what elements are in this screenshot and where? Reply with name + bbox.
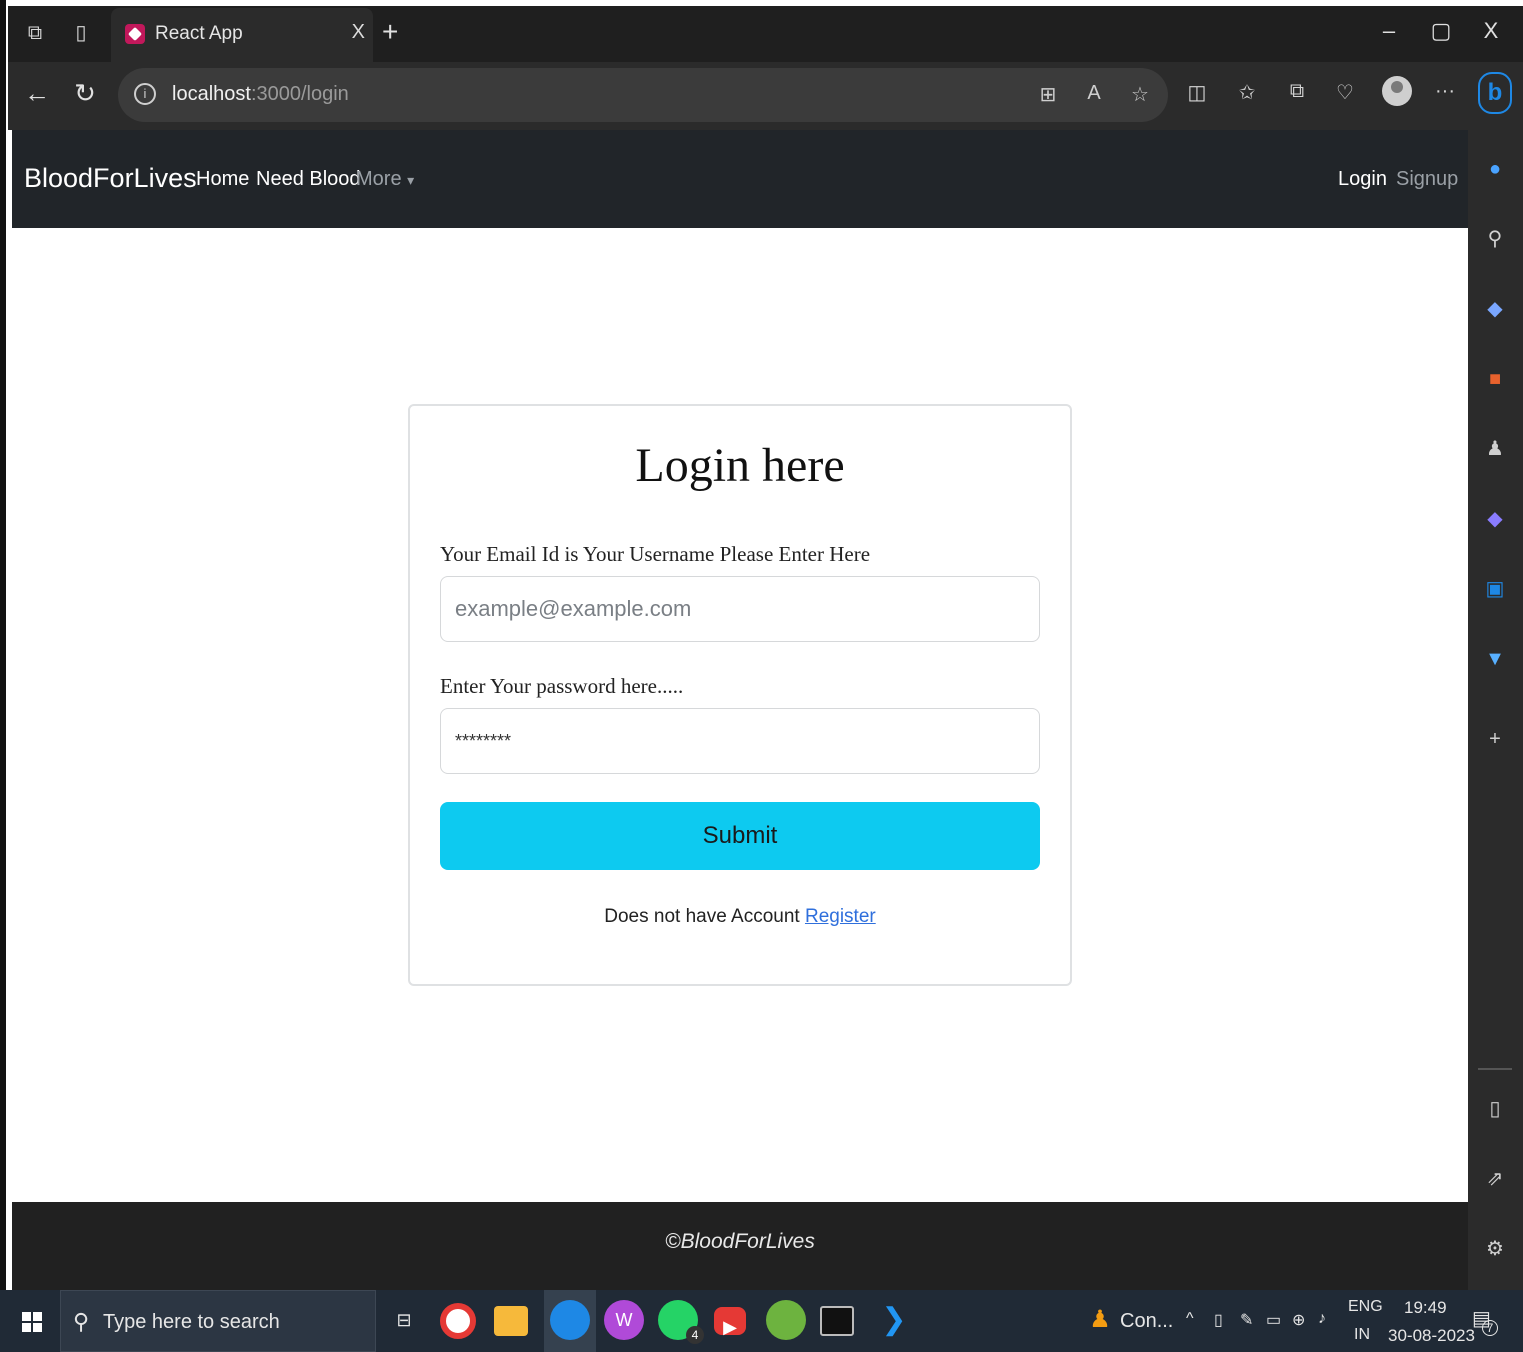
drop-icon[interactable]: ▼ bbox=[1480, 644, 1510, 674]
submit-button[interactable]: Submit bbox=[440, 802, 1040, 870]
language-indicator[interactable]: ENG bbox=[1348, 1298, 1383, 1316]
games-icon[interactable]: ♟ bbox=[1480, 434, 1510, 464]
collections-icon[interactable]: ⧉ bbox=[1282, 80, 1312, 103]
tray-battery-icon[interactable]: ▭ bbox=[1266, 1310, 1281, 1330]
toolbox-icon[interactable]: ■ bbox=[1480, 364, 1510, 394]
url-path: :3000/login bbox=[250, 83, 349, 105]
brand-logo[interactable]: BloodForLives bbox=[24, 163, 197, 194]
back-icon[interactable]: ← bbox=[20, 78, 54, 109]
page-title: Login here bbox=[635, 439, 845, 492]
search-icon[interactable]: ⚲ bbox=[1480, 224, 1510, 254]
vscode-icon[interactable]: ❯ bbox=[874, 1300, 914, 1340]
outlook-icon[interactable]: ▣ bbox=[1480, 574, 1510, 604]
notification-count: 7 bbox=[1482, 1320, 1498, 1336]
sidebar-toggle-icon[interactable]: ▯ bbox=[1480, 1094, 1510, 1124]
browser-tab-bar: ⧉ ▯ React App X + – ▢ X bbox=[8, 6, 1523, 62]
favorites-icon[interactable]: ✩ bbox=[1232, 80, 1262, 105]
page-footer: ©BloodForLives bbox=[12, 1202, 1468, 1290]
chrome-icon[interactable] bbox=[440, 1303, 476, 1339]
url-host: localhost bbox=[172, 83, 251, 105]
tray-overflow-icon[interactable]: ^ bbox=[1186, 1310, 1194, 1328]
notification-icon[interactable]: ▤ 7 bbox=[1472, 1306, 1498, 1336]
taskbar-search-placeholder: Type here to search bbox=[103, 1311, 280, 1333]
tag-icon[interactable]: ◆ bbox=[1480, 294, 1510, 324]
register-link[interactable]: Register bbox=[805, 906, 876, 927]
email-field[interactable] bbox=[440, 576, 1040, 642]
add-icon[interactable]: + bbox=[1480, 724, 1510, 754]
nav-more-dropdown[interactable]: More ▾ bbox=[356, 168, 414, 191]
favorite-star-icon[interactable]: ☆ bbox=[1126, 82, 1154, 107]
tray-volume-icon[interactable]: ♪ bbox=[1318, 1310, 1326, 1328]
tab-react-app[interactable]: React App X bbox=[111, 8, 373, 62]
browser-toolbar: ← ↻ i localhost:3000/login ⊞ A ☆ ◫ ✩ ⧉ ♡… bbox=[8, 62, 1523, 130]
more-menu-button[interactable]: ··· bbox=[1430, 80, 1460, 103]
vpn-icon[interactable]: W bbox=[604, 1300, 644, 1340]
split-screen-icon[interactable]: ◫ bbox=[1182, 80, 1212, 105]
file-explorer-icon[interactable] bbox=[494, 1306, 528, 1336]
address-bar[interactable]: i localhost:3000/login ⊞ A ☆ bbox=[118, 68, 1168, 122]
terminal-icon[interactable] bbox=[820, 1306, 854, 1336]
restore-button[interactable]: ▢ bbox=[1426, 18, 1456, 44]
info-icon[interactable]: i bbox=[134, 83, 156, 105]
edge-sidebar: ● ⚲ ◆ ■ ♟ ◆ ▣ ▼ + ▯ ⇗ ⚙ bbox=[1468, 130, 1523, 1290]
read-aloud-icon[interactable]: A bbox=[1080, 82, 1108, 105]
tab-actions-icon[interactable]: ▯ bbox=[68, 20, 94, 46]
clock-time[interactable]: 19:49 bbox=[1404, 1298, 1447, 1318]
nav-more-label: More bbox=[356, 168, 402, 190]
workspaces-icon[interactable]: ⧉ bbox=[22, 20, 48, 46]
edge-icon[interactable] bbox=[550, 1300, 590, 1340]
left-border bbox=[0, 0, 6, 1290]
bell-icon[interactable]: ● bbox=[1480, 154, 1510, 184]
bing-copilot-icon[interactable]: b bbox=[1478, 72, 1512, 114]
browser-essentials-icon[interactable]: ♡ bbox=[1330, 80, 1360, 105]
youtube-icon[interactable]: ▶ bbox=[714, 1307, 746, 1337]
close-window-button[interactable]: X bbox=[1476, 18, 1506, 44]
spring-icon[interactable] bbox=[766, 1300, 806, 1340]
nav-signup[interactable]: Signup bbox=[1396, 168, 1458, 191]
register-prompt: Does not have Account Register bbox=[410, 906, 1070, 928]
login-card: Login here Your Email Id is Your Usernam… bbox=[408, 404, 1072, 986]
footer-copyright: ©BloodForLives bbox=[665, 1230, 815, 1253]
copilot-icon[interactable]: ◆ bbox=[1480, 504, 1510, 534]
tray-network-icon[interactable]: ⊕ bbox=[1292, 1310, 1305, 1330]
nav-login[interactable]: Login bbox=[1338, 168, 1387, 191]
taskbar-search[interactable]: ⚲ Type here to search bbox=[60, 1290, 376, 1352]
settings-icon[interactable]: ⚙ bbox=[1480, 1234, 1510, 1264]
favicon-icon bbox=[125, 24, 145, 44]
running-app-icon[interactable]: ♟ bbox=[1080, 1300, 1120, 1340]
windows-start-icon[interactable] bbox=[22, 1312, 42, 1332]
minimize-button[interactable]: – bbox=[1374, 18, 1404, 44]
reader-mode-icon[interactable]: ⊞ bbox=[1034, 82, 1062, 107]
new-tab-button[interactable]: + bbox=[382, 16, 398, 48]
running-app-label[interactable]: Con... bbox=[1120, 1310, 1173, 1333]
windows-taskbar: ⚲ Type here to search ⊟ W 4 ▶ ❯ ♟ Con...… bbox=[0, 1290, 1523, 1352]
nav-home[interactable]: Home bbox=[196, 168, 249, 191]
tray-pen-icon[interactable]: ✎ bbox=[1240, 1310, 1253, 1330]
sidebar-divider bbox=[1478, 1068, 1512, 1070]
language-region[interactable]: IN bbox=[1354, 1326, 1370, 1344]
tab-close-button[interactable]: X bbox=[352, 21, 365, 44]
search-glass-icon: ⚲ bbox=[73, 1309, 90, 1334]
app-navbar: BloodForLives Home Need Blood More ▾ Log… bbox=[12, 130, 1468, 228]
screen: ⧉ ▯ React App X + – ▢ X ← ↻ i localhost:… bbox=[0, 0, 1523, 1352]
refresh-icon[interactable]: ↻ bbox=[68, 78, 102, 109]
nav-need-blood[interactable]: Need Blood bbox=[256, 168, 361, 191]
password-label: Enter Your password here..... bbox=[440, 674, 684, 698]
whatsapp-badge: 4 bbox=[686, 1326, 704, 1344]
url-text[interactable]: localhost:3000/login bbox=[172, 83, 349, 106]
password-field[interactable] bbox=[440, 708, 1040, 774]
page-content: Login here Your Email Id is Your Usernam… bbox=[12, 228, 1468, 1202]
task-view-icon[interactable]: ⊟ bbox=[384, 1300, 424, 1340]
register-prompt-text: Does not have Account bbox=[604, 906, 800, 927]
profile-icon[interactable] bbox=[1382, 76, 1412, 106]
tab-title: React App bbox=[155, 23, 243, 44]
external-icon[interactable]: ⇗ bbox=[1480, 1164, 1510, 1194]
clock-date[interactable]: 30-08-2023 bbox=[1388, 1326, 1475, 1346]
whatsapp-icon[interactable]: 4 bbox=[658, 1300, 704, 1344]
chevron-down-icon: ▾ bbox=[407, 172, 415, 188]
tray-device-icon[interactable]: ▯ bbox=[1214, 1310, 1223, 1330]
email-label: Your Email Id is Your Username Please En… bbox=[440, 542, 871, 566]
